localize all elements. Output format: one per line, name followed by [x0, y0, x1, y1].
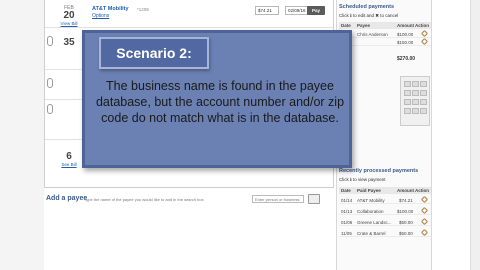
row-payee: AT&T Mobility: [357, 197, 385, 203]
scrollbar[interactable]: [470, 0, 480, 270]
row-payee: Collaboration: [357, 208, 384, 214]
payee-search-input[interactable]: [252, 195, 304, 203]
scenario-message: The business name is found in the payee …: [95, 79, 345, 125]
recent-title: Recently processed payments: [339, 168, 419, 174]
recent-hint: Click ℹ to view payment: [339, 177, 386, 182]
row-amount: $50.00: [399, 219, 413, 225]
see-bill-link[interactable]: See Bill: [55, 162, 83, 167]
edit-icon[interactable]: [420, 29, 429, 38]
recent-header: Date Paid Payee Amount Action: [339, 187, 431, 194]
col-payee: Paid Payee: [357, 188, 381, 193]
bill-row: FEB 20 View Bill AT&T Mobility *1208 Opt…: [45, 0, 333, 28]
scheduled-hint: Click ℹ to edit and ✖ to cancel: [339, 13, 399, 18]
view-icon[interactable]: [420, 206, 429, 215]
due-date: FEB 20 View Bill: [55, 5, 83, 26]
col-payee: Payee: [357, 23, 371, 28]
row-date: 01/14: [341, 197, 353, 203]
paperclip-icon: [47, 36, 53, 46]
paperclip-icon: [47, 78, 53, 88]
col-date: Date: [341, 23, 351, 28]
row-amount: $150.00: [397, 39, 414, 45]
scheduled-row[interactable]: $150.00: [339, 37, 431, 46]
add-payee-title: Add a payee: [46, 195, 88, 202]
scheduled-total: $270.00: [397, 56, 416, 62]
view-icon[interactable]: [420, 217, 429, 226]
left-rail: [0, 0, 44, 270]
row-date: 01/13: [341, 208, 353, 214]
col-amount: Amount: [397, 23, 414, 28]
row-date: 01/06: [341, 219, 353, 225]
row-amount: $74.21: [399, 197, 413, 203]
recent-row[interactable]: 01/06 Greene Landsc... $50.00: [339, 217, 431, 226]
row-amount: $50.00: [399, 230, 413, 236]
due-date: 6 See Bill: [55, 151, 83, 168]
paperclip-icon: [47, 104, 53, 114]
scenario-card: Scenario 2: The business name is found i…: [82, 30, 352, 168]
recent-row[interactable]: 11/05 Crate & Barrel $50.00: [339, 228, 431, 237]
payee-name[interactable]: AT&T Mobility: [92, 6, 129, 12]
view-icon[interactable]: [420, 228, 429, 237]
row-payee: Chris Anderson: [357, 31, 388, 37]
row-date: 11/05: [341, 230, 352, 236]
view-icon[interactable]: [420, 195, 429, 204]
add-payee-hint: Type the name of the payee you would lik…: [84, 197, 204, 202]
col-date: Date: [341, 188, 351, 193]
due-day: 6: [66, 151, 72, 162]
due-day: 20: [63, 10, 75, 21]
scheduled-header: Date Payee Amount Action: [339, 22, 431, 29]
calculator-widget[interactable]: [400, 76, 430, 126]
col-amount: Amount: [397, 188, 414, 193]
row-payee: Crate & Barrel: [357, 230, 386, 236]
options-link[interactable]: Options: [92, 13, 109, 19]
recent-row[interactable]: 01/13 Collaboration $100.00: [339, 206, 431, 215]
edit-icon[interactable]: [420, 37, 429, 46]
search-button[interactable]: [308, 194, 320, 204]
col-action: Action: [415, 188, 429, 193]
recent-row[interactable]: 01/14 AT&T Mobility $74.21: [339, 195, 431, 204]
pay-button[interactable]: Pay: [307, 6, 325, 15]
view-bill-link[interactable]: View Bill: [55, 21, 83, 26]
payee-account: *1208: [137, 7, 149, 12]
due-date: 35: [55, 38, 83, 48]
due-day: 35: [63, 37, 75, 48]
row-payee: Greene Landsc...: [357, 219, 392, 225]
scenario-title: Scenario 2:: [99, 37, 209, 69]
amount-input[interactable]: $74.21: [255, 6, 279, 15]
row-amount: $100.00: [397, 208, 414, 214]
scheduled-row[interactable]: 03/06 Chris Anderson $100.00: [339, 29, 431, 38]
col-action: Action: [415, 23, 429, 28]
row-amount: $100.00: [397, 31, 414, 37]
add-payee-bar: Add a payee Type the name of the payee y…: [44, 193, 334, 207]
scheduled-title: Scheduled payments: [339, 4, 395, 10]
